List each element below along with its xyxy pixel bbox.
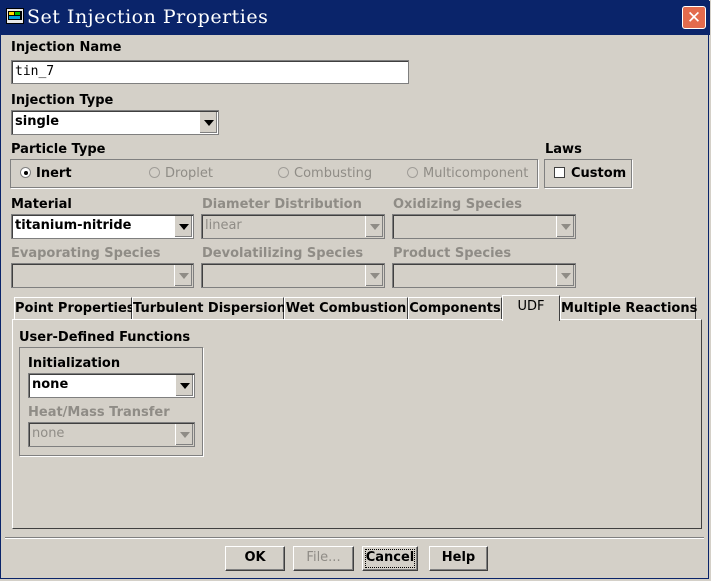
oxidizing-species-dropdown (392, 214, 576, 239)
heat-mass-transfer-label: Heat/Mass Transfer (28, 405, 170, 420)
radio-droplet-label: Droplet (165, 166, 213, 181)
chevron-down-icon[interactable] (175, 375, 193, 396)
particle-type-label: Particle Type (11, 142, 106, 157)
diameter-distribution-dropdown: linear (201, 214, 385, 239)
radio-icon (407, 167, 418, 178)
chevron-down-icon[interactable] (174, 216, 192, 237)
title-bar[interactable]: Set Injection Properties ✕ (1, 1, 710, 35)
laws-group: Custom (544, 159, 632, 188)
chevron-down-icon (174, 265, 192, 286)
diameter-distribution-value: linear (205, 218, 242, 233)
close-button[interactable]: ✕ (682, 6, 706, 29)
product-species-label: Product Species (393, 246, 512, 261)
material-label: Material (11, 197, 72, 212)
radio-selected-icon (20, 167, 31, 178)
injection-type-dropdown[interactable]: single (11, 110, 219, 135)
tab-turbulent-dispersion[interactable]: Turbulent Dispersion (132, 297, 286, 319)
material-value: titanium-nitride (15, 218, 132, 233)
help-button[interactable]: Help (429, 546, 488, 571)
tab-udf[interactable]: UDF (502, 295, 560, 321)
chevron-down-icon (175, 424, 193, 445)
custom-checkbox[interactable]: Custom (554, 166, 626, 181)
udf-tab-panel: User-Defined Functions Initialization no… (12, 319, 702, 529)
heat-mass-transfer-value: none (32, 426, 65, 441)
radio-combusting-label: Combusting (294, 166, 373, 181)
initialization-label: Initialization (28, 356, 121, 371)
checkbox-icon (554, 167, 565, 178)
devolatilizing-species-dropdown (201, 263, 385, 288)
udf-group-label: User-Defined Functions (19, 330, 191, 345)
tab-multiple-reactions[interactable]: Multiple Reactions (560, 297, 697, 319)
diameter-distribution-label: Diameter Distribution (202, 197, 362, 212)
heat-mass-transfer-dropdown: none (28, 422, 195, 447)
radio-icon (149, 167, 160, 178)
injection-name-value: tin_7 (15, 64, 55, 79)
injection-type-label: Injection Type (11, 93, 114, 108)
laws-label: Laws (545, 142, 582, 157)
custom-checkbox-label: Custom (571, 166, 627, 181)
tab-wet-combustion[interactable]: Wet Combustion (284, 297, 408, 319)
ok-button[interactable]: OK (225, 546, 285, 571)
radio-icon (278, 167, 289, 178)
injection-name-input[interactable]: tin_7 (11, 60, 409, 84)
oxidizing-species-label: Oxidizing Species (393, 197, 522, 212)
radio-multicomponent: Multicomponent (407, 166, 528, 181)
material-dropdown[interactable]: titanium-nitride (11, 214, 194, 239)
devolatilizing-species-label: Devolatilizing Species (202, 246, 364, 261)
window-title: Set Injection Properties (27, 6, 269, 28)
evaporating-species-dropdown (11, 263, 194, 288)
chevron-down-icon (365, 216, 383, 237)
radio-droplet: Droplet (149, 166, 213, 181)
initialization-dropdown[interactable]: none (28, 373, 195, 398)
initialization-value: none (32, 377, 69, 392)
tab-point-properties[interactable]: Point Properties (14, 297, 135, 319)
injection-type-value: single (15, 114, 60, 129)
udf-group: Initialization none Heat/Mass Transfer n… (19, 347, 203, 456)
radio-inert[interactable]: Inert (20, 166, 72, 181)
cancel-button[interactable]: Cancel (362, 546, 418, 571)
injection-name-label: Injection Name (11, 40, 122, 55)
dialog-window: Set Injection Properties ✕ Injection Nam… (0, 0, 710, 579)
tab-components[interactable]: Components (408, 297, 502, 319)
radio-combusting: Combusting (278, 166, 372, 181)
radio-inert-label: Inert (36, 166, 72, 181)
app-icon (6, 8, 24, 24)
evaporating-species-label: Evaporating Species (11, 246, 161, 261)
chevron-down-icon (556, 216, 574, 237)
close-icon: ✕ (686, 8, 702, 28)
product-species-dropdown (392, 263, 576, 288)
particle-type-group: Inert Droplet Combusting Multicomponent (10, 159, 538, 188)
divider (5, 537, 704, 539)
chevron-down-icon (556, 265, 574, 286)
radio-multicomponent-label: Multicomponent (423, 166, 529, 181)
chevron-down-icon[interactable] (199, 112, 217, 133)
chevron-down-icon (365, 265, 383, 286)
file-button: File... (293, 546, 354, 571)
